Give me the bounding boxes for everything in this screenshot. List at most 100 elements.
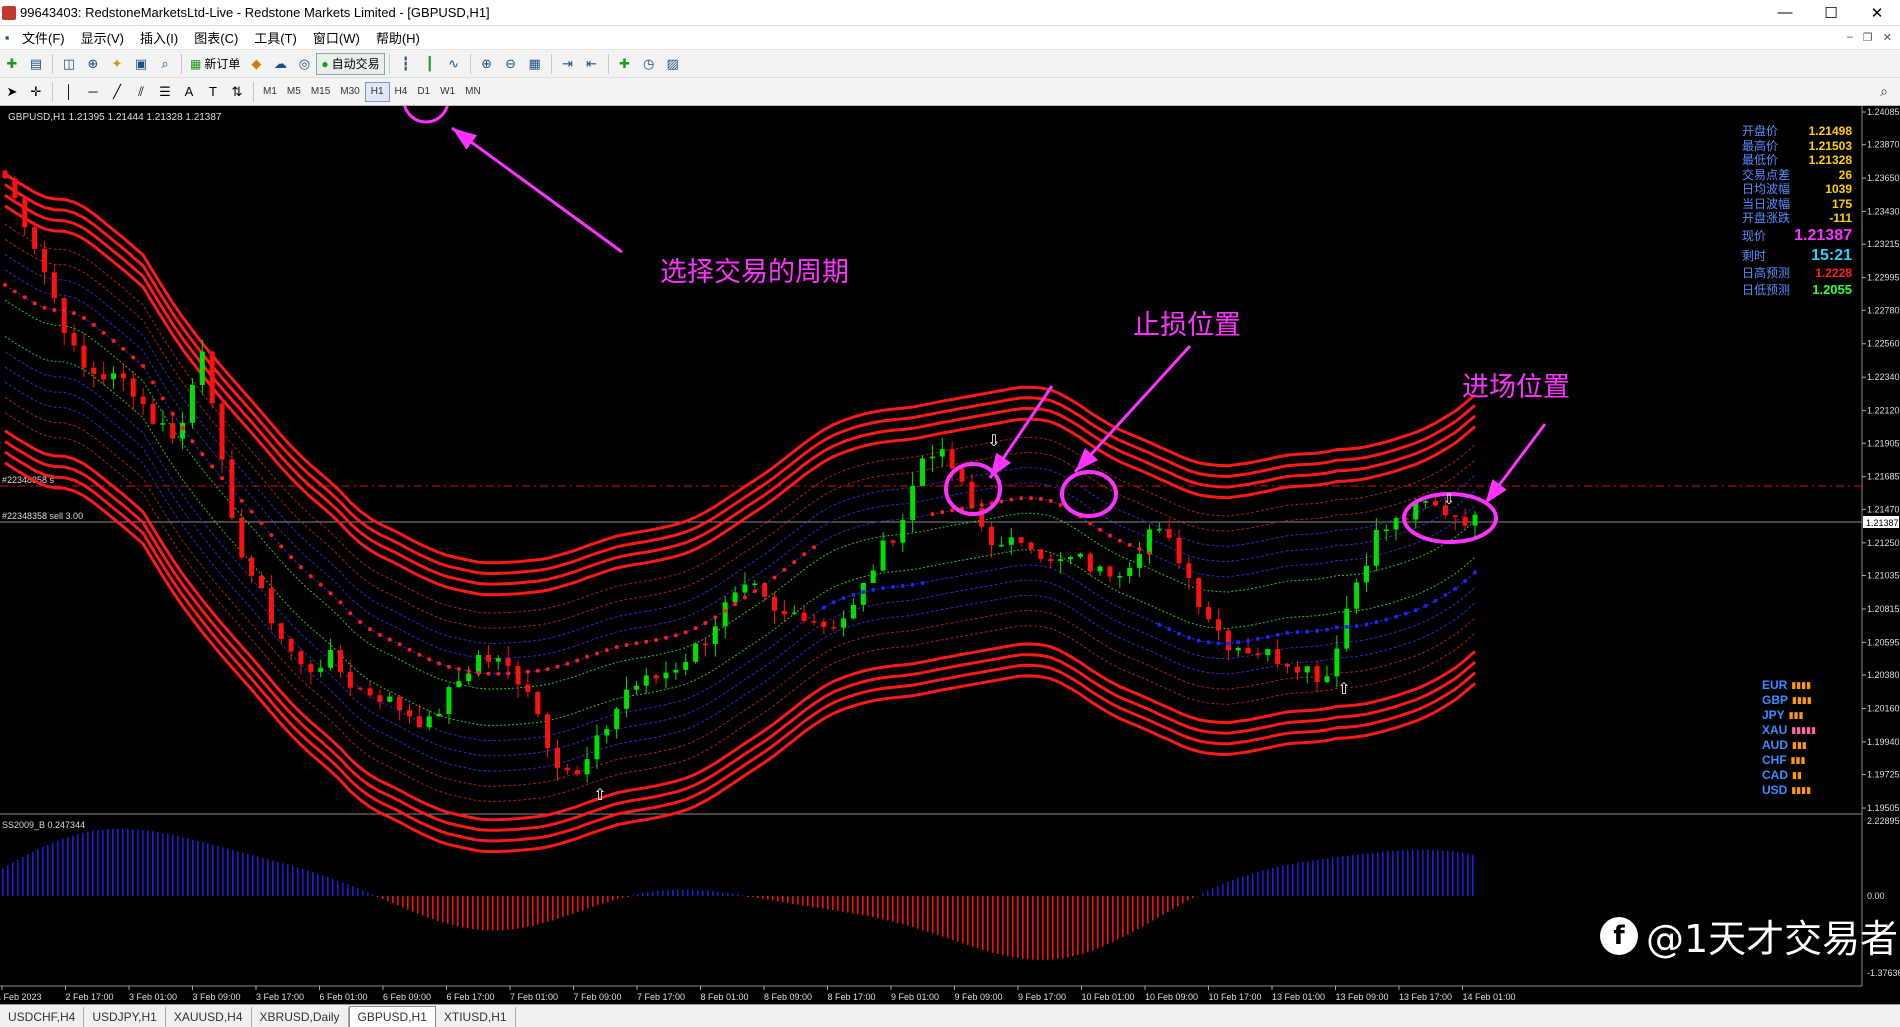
menu-charts[interactable]: 图表(C) <box>186 28 246 47</box>
tab-gbpusd-h1[interactable]: GBPUSD,H1 <box>348 1006 436 1027</box>
zoom-in-icon[interactable]: ⊕ <box>477 54 497 74</box>
candlestick-icon[interactable]: ┃ <box>420 54 440 74</box>
stop-dot-red <box>545 667 550 672</box>
auto-trade-icon: ● <box>321 56 329 71</box>
histogram-bar-negative <box>817 896 819 908</box>
timeframe-m15[interactable]: M15 <box>306 82 335 102</box>
line-chart-icon[interactable]: ∿ <box>444 54 464 74</box>
timeframe-d1[interactable]: D1 <box>412 82 435 102</box>
menu-insert[interactable]: 插入(I) <box>132 28 186 47</box>
zoom-out-icon[interactable]: ⊖ <box>501 54 521 74</box>
candle-body <box>1245 648 1251 654</box>
tab-xauusd-h4[interactable]: XAUUSD,H4 <box>166 1007 252 1027</box>
stop-dot-red <box>407 647 412 652</box>
minimize-button[interactable]: — <box>1762 4 1808 21</box>
profiles-icon[interactable]: ▤ <box>26 54 46 74</box>
templates-icon[interactable]: ▨ <box>663 54 683 74</box>
search-icon[interactable]: ⌕ <box>1880 83 1888 100</box>
timeframe-m1[interactable]: M1 <box>258 82 282 102</box>
histogram-bar-positive <box>192 839 194 896</box>
histogram-bar-negative <box>772 896 774 901</box>
chart-window[interactable]: 1.24085 1.23870 1.23650 1.23430 1.23215 1.229… <box>0 106 1900 1004</box>
auto-trading-button[interactable]: ● 自动交易 <box>316 52 385 75</box>
tab-xtiusd-h1[interactable]: XTIUSD,H1 <box>436 1007 516 1027</box>
timeframe-mn[interactable]: MN <box>460 82 486 102</box>
timeframe-h4[interactable]: H4 <box>390 82 413 102</box>
vertical-line-icon[interactable]: │ <box>59 82 79 102</box>
stop-dot-red <box>1058 503 1063 508</box>
terminal-icon[interactable]: ▣ <box>131 54 151 74</box>
data-window-icon[interactable]: ⊕ <box>83 54 103 74</box>
stop-dot-blue <box>1413 608 1418 613</box>
histogram-bar-negative <box>602 896 604 904</box>
timeframe-h1[interactable]: H1 <box>364 81 390 102</box>
price-tick-label: 1.22780 <box>1867 305 1900 315</box>
tab-usdjpy-h1[interactable]: USDJPY,H1 <box>84 1007 166 1027</box>
menu-file[interactable]: 文件(F) <box>14 28 73 47</box>
menu-help[interactable]: 帮助(H) <box>368 28 428 47</box>
navigator-icon[interactable]: ✦ <box>107 54 127 74</box>
candle-body <box>1383 529 1389 531</box>
stop-dot-red <box>476 671 481 676</box>
mdi-minimize-icon[interactable]: – <box>1847 31 1853 44</box>
currency-label: AUD <box>1762 738 1788 752</box>
histogram-bar-positive <box>1362 853 1364 896</box>
price-tick-label: 1.22995 <box>1867 273 1900 283</box>
mdi-close-icon[interactable]: ✕ <box>1883 31 1892 44</box>
tab-xbrusd-daily[interactable]: XBRUSD,Daily <box>252 1007 349 1027</box>
histogram-bar-positive <box>182 837 184 896</box>
new-chart-icon[interactable]: ✚ <box>2 54 22 74</box>
menu-window[interactable]: 窗口(W) <box>305 28 368 47</box>
price-tick-label: 1.23650 <box>1867 173 1900 183</box>
histogram-bar-positive <box>697 889 699 896</box>
histogram-bar-negative <box>1192 896 1194 899</box>
fibonacci-icon[interactable]: ☰ <box>155 82 175 102</box>
trendline-icon[interactable]: ╱ <box>107 82 127 102</box>
autoscroll-icon[interactable]: ⇥ <box>558 54 578 74</box>
mdi-restore-icon[interactable]: ❐ <box>1863 31 1873 44</box>
candle-body <box>683 661 689 670</box>
tab-usdchf-h4[interactable]: USDCHF,H4 <box>0 1007 85 1027</box>
menu-view[interactable]: 显示(V) <box>73 28 132 47</box>
text-icon[interactable]: A <box>179 82 199 102</box>
new-order-button[interactable]: ▦ 新订单 <box>186 54 244 74</box>
text-label-icon[interactable]: T <box>203 82 223 102</box>
histogram-bar-negative <box>782 896 784 903</box>
metaeditor-icon[interactable]: ◆ <box>246 54 266 74</box>
timeframe-w1[interactable]: W1 <box>435 82 460 102</box>
community-icon[interactable]: ◎ <box>294 54 314 74</box>
horizontal-line-icon[interactable]: ─ <box>83 82 103 102</box>
chart-shift-icon[interactable]: ⇤ <box>582 54 602 74</box>
info-row-avg-range: 日均波幅 1039 <box>1742 182 1852 197</box>
cursor-icon[interactable]: ➤ <box>2 82 22 102</box>
signals-icon[interactable]: ☁ <box>270 54 290 74</box>
maximize-button[interactable]: ☐ <box>1808 4 1854 22</box>
timeframe-m30[interactable]: M30 <box>335 82 364 102</box>
periods-icon[interactable]: ◷ <box>639 54 659 74</box>
sell-signal-arrow-icon: ⇩ <box>987 433 1000 450</box>
bar-chart-icon[interactable]: ┇ <box>396 54 416 74</box>
annotation-period: 选择交易的周期 <box>660 257 849 288</box>
candle-body <box>1363 565 1369 583</box>
histogram-bar-positive <box>307 870 309 896</box>
timeframe-m5[interactable]: M5 <box>282 82 306 102</box>
price-tick-label: 1.19940 <box>1867 737 1900 747</box>
price-chart[interactable]: 1.24085 1.23870 1.23650 1.23430 1.23215 1.229… <box>0 106 1900 1004</box>
close-button[interactable]: ✕ <box>1854 4 1900 22</box>
candle-body <box>1156 529 1162 531</box>
market-watch-icon[interactable]: ◫ <box>59 54 79 74</box>
tester-icon[interactable]: ⌕ <box>155 54 175 74</box>
indicators-icon[interactable]: ✚ <box>615 54 635 74</box>
stop-dot-red <box>969 504 974 509</box>
candle-body <box>1275 649 1281 665</box>
channel-icon[interactable]: ⫽ <box>131 82 151 102</box>
histogram-bar-positive <box>667 889 669 896</box>
arrows-icon[interactable]: ⇅ <box>227 82 247 102</box>
crosshair-icon[interactable]: ✛ <box>26 82 46 102</box>
tile-windows-icon[interactable]: ▦ <box>525 54 545 74</box>
menu-tools[interactable]: 工具(T) <box>246 28 305 47</box>
stop-dot-blue <box>851 592 856 597</box>
histogram-bar-negative <box>947 896 949 939</box>
histogram-bar-positive <box>122 828 124 896</box>
histogram-bar-negative <box>1077 896 1079 956</box>
